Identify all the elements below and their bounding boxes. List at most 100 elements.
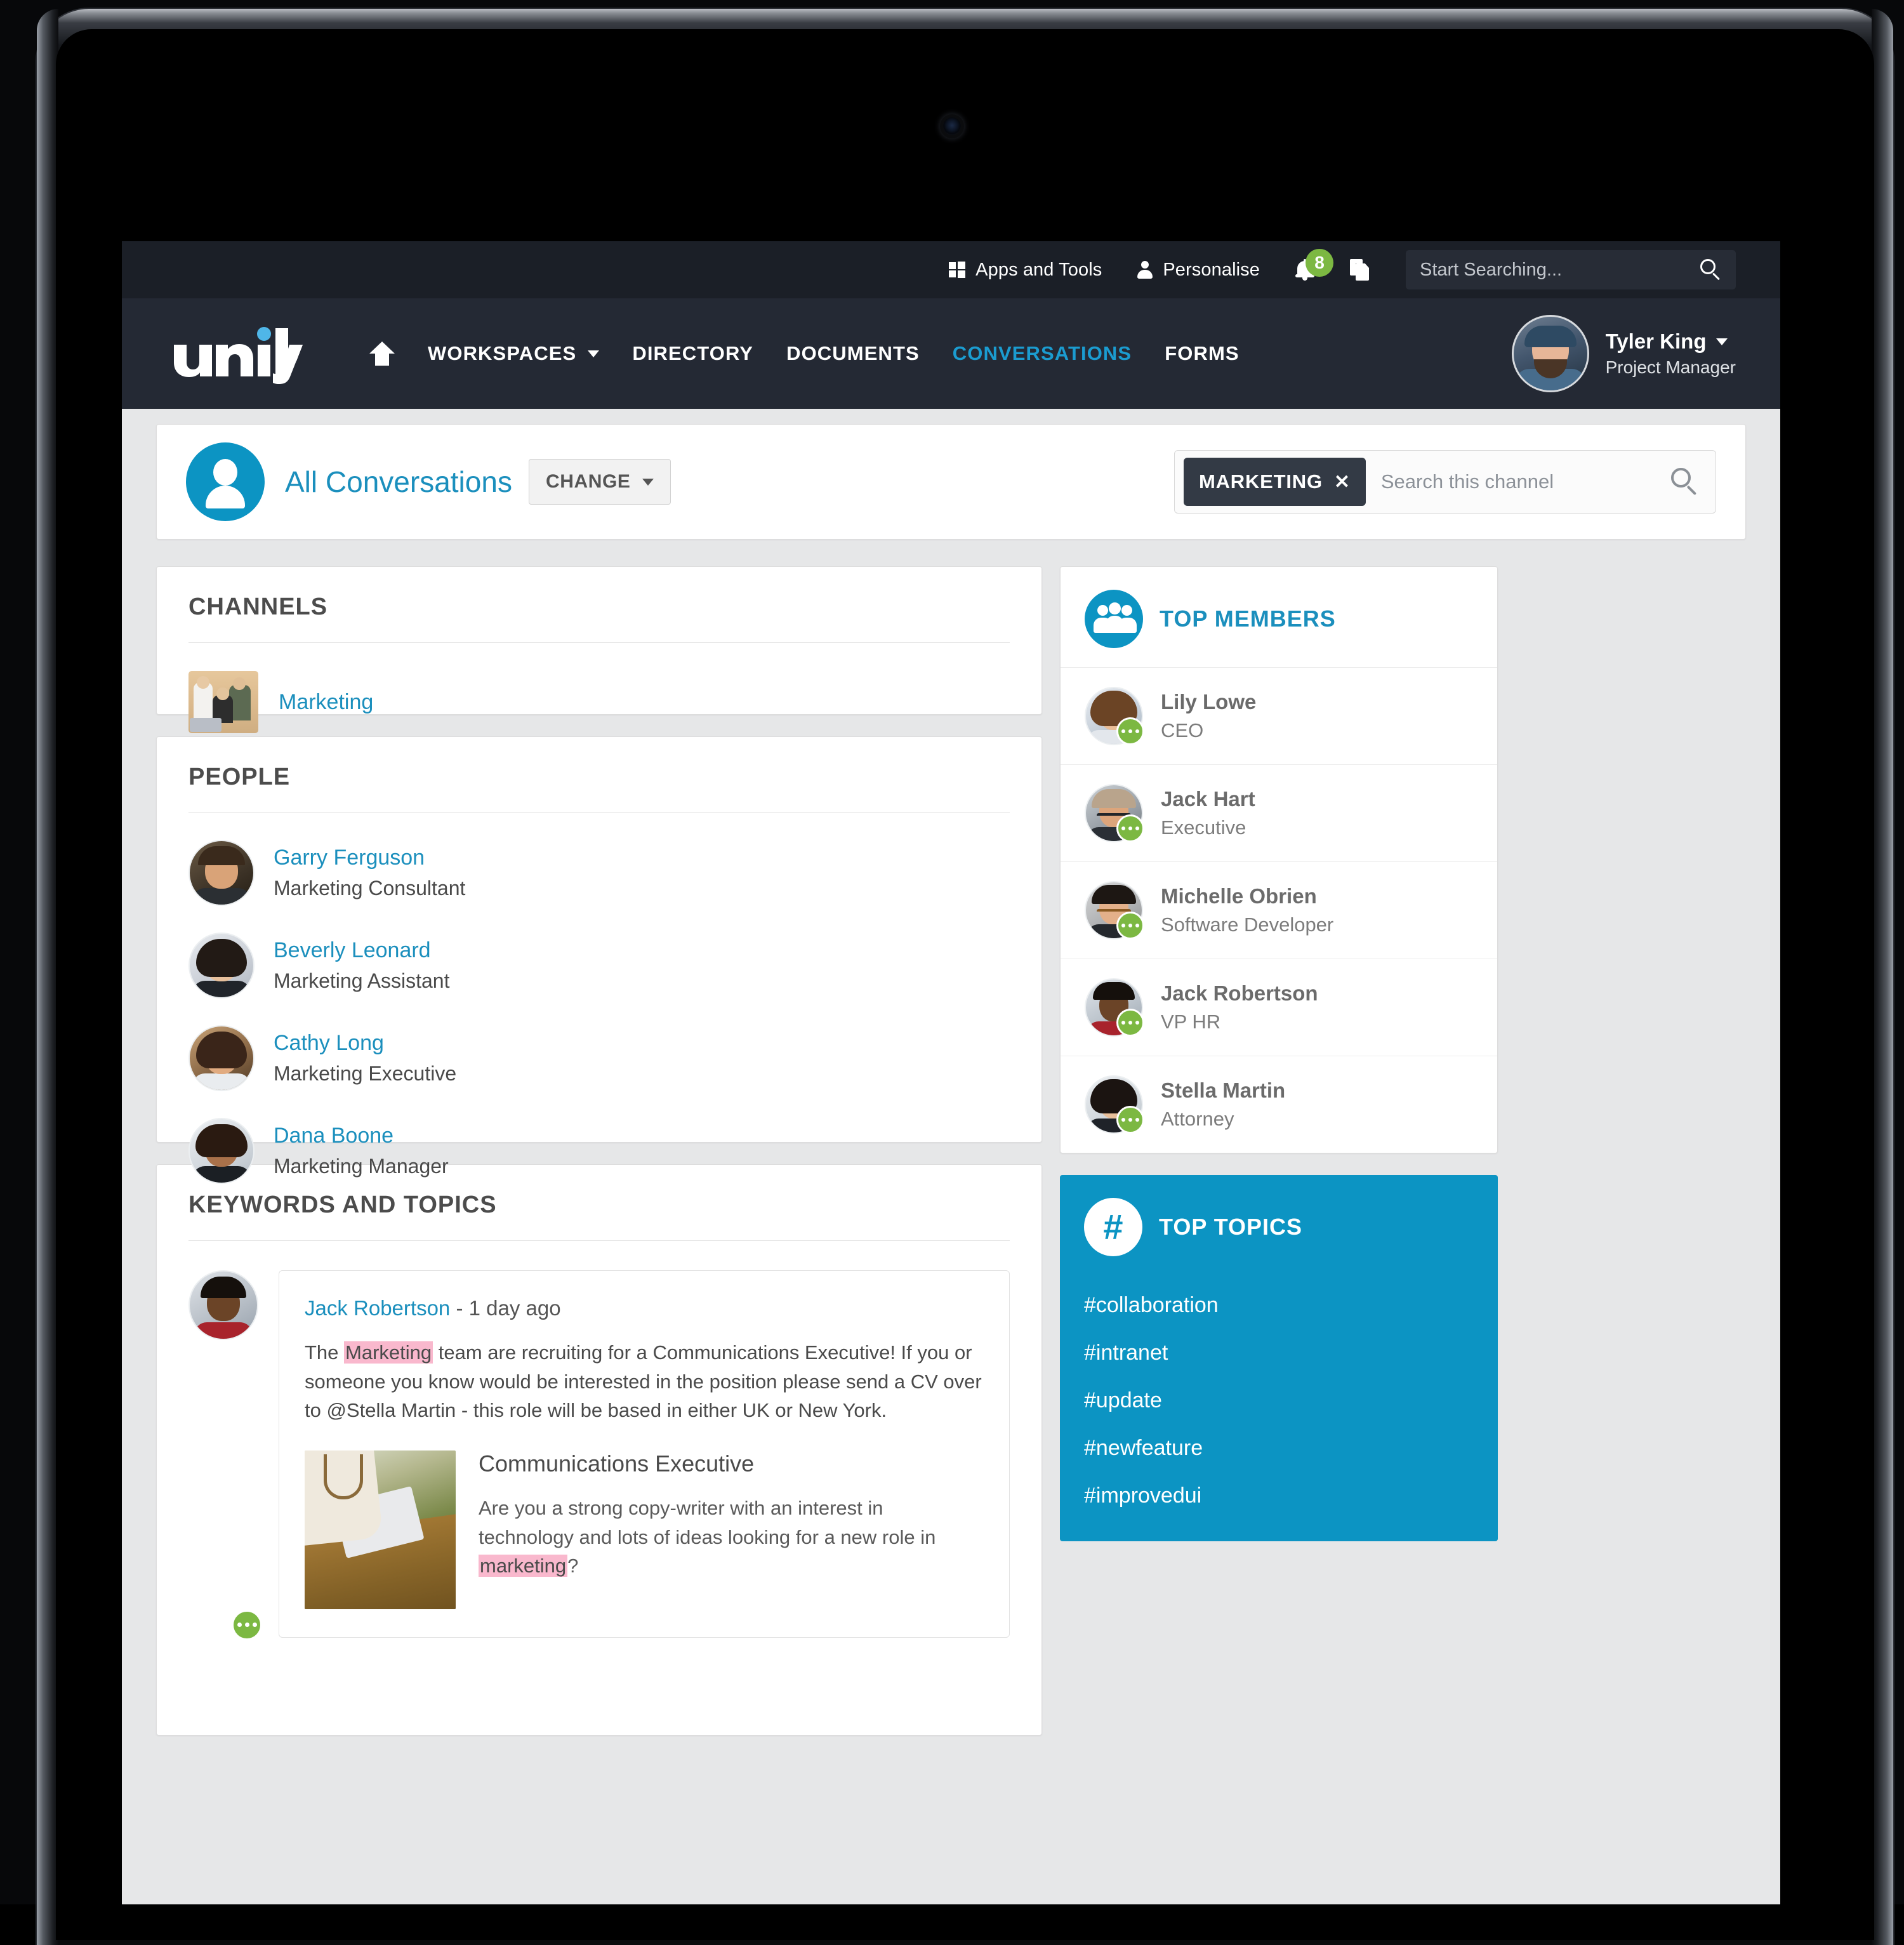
list-item[interactable]: Michelle Obrien Software Developer (1061, 861, 1497, 959)
avatar (188, 840, 255, 906)
status-badge (1116, 1106, 1144, 1134)
person-info: Beverly Leonard Marketing Assistant (274, 938, 449, 993)
notifications-button[interactable]: 8 (1295, 249, 1333, 281)
member-name: Lily Lowe (1161, 690, 1257, 714)
divider (188, 1240, 1010, 1241)
home-icon (369, 342, 395, 366)
nav-label-workspaces: WORKSPACES (428, 342, 577, 364)
avatar (1085, 1075, 1144, 1134)
person-name[interactable]: Garry Ferguson (274, 846, 465, 870)
avatar (188, 1270, 258, 1340)
list-item[interactable]: Marketing (188, 671, 1010, 733)
list-item[interactable]: Lily Lowe CEO (1061, 667, 1497, 764)
conversation-post: Jack Robertson - 1 day ago The Marketing… (188, 1270, 1010, 1640)
person-name[interactable]: Dana Boone (274, 1124, 449, 1148)
post-attachment[interactable]: Communications Executive Are you a stron… (305, 1450, 984, 1609)
attachment-desc-part1: Are you a strong copy-writer with an int… (479, 1496, 936, 1548)
nav-item-forms[interactable]: FORMS (1148, 342, 1255, 365)
change-button-label: CHANGE (545, 471, 631, 492)
avatar (1085, 881, 1144, 939)
main-column: CHANNELS Marketing PEOPLE Garry Ferguson… (156, 566, 1042, 1757)
close-icon[interactable]: ✕ (1334, 471, 1351, 493)
tablet-device: Apps and Tools Personalise 8 Start Searc… (0, 0, 1904, 1945)
personalise-button[interactable]: Personalise (1137, 260, 1260, 281)
chevron-down-icon (588, 350, 600, 357)
content-columns: CHANNELS Marketing PEOPLE Garry Ferguson… (156, 566, 1746, 1757)
nav-item-conversations[interactable]: CONVERSATIONS (936, 342, 1148, 365)
avatar (1085, 784, 1144, 842)
hashtag-icon: # (1084, 1198, 1142, 1256)
post-body: Jack Robertson - 1 day ago The Marketing… (279, 1270, 1010, 1638)
keywords-and-topics-panel: KEYWORDS AND TOPICS Jack Robertson - 1 d… (156, 1164, 1042, 1736)
side-column: TOP MEMBERS Lily Lowe CEO Jack Hart Exec… (1060, 566, 1498, 1541)
avatar (188, 1118, 255, 1184)
member-info: Michelle Obrien Software Developer (1161, 884, 1333, 936)
channel-search-field[interactable]: MARKETING ✕ Search this channel (1174, 450, 1716, 514)
avatar (188, 933, 255, 999)
copy-icon[interactable] (1350, 259, 1369, 281)
nav-item-workspaces[interactable]: WORKSPACES (411, 342, 616, 365)
top-topics-header: # TOP TOPICS (1084, 1198, 1474, 1270)
filter-tag-label: MARKETING (1199, 470, 1323, 493)
group-icon (1085, 590, 1143, 648)
utility-bar: Apps and Tools Personalise 8 Start Searc… (122, 241, 1780, 298)
browser-viewport: Apps and Tools Personalise 8 Start Searc… (122, 241, 1780, 1904)
channel-name[interactable]: Marketing (279, 690, 373, 715)
member-role: Software Developer (1161, 913, 1334, 936)
search-icon[interactable] (1671, 468, 1699, 496)
person-name[interactable]: Beverly Leonard (274, 938, 449, 963)
status-badge (1116, 912, 1144, 939)
attachment-title: Communications Executive (479, 1450, 755, 1477)
user-name: Tyler King (1605, 329, 1707, 353)
unily-logo[interactable] (171, 323, 305, 384)
list-item[interactable]: Garry Ferguson Marketing Consultant (188, 840, 1010, 906)
people-panel: PEOPLE Garry Ferguson Marketing Consulta… (156, 736, 1042, 1184)
page-title: All Conversations (285, 465, 512, 498)
top-members-panel: TOP MEMBERS Lily Lowe CEO Jack Hart Exec… (1060, 566, 1498, 1153)
nav-item-directory[interactable]: DIRECTORY (616, 342, 770, 365)
apps-and-tools-button[interactable]: Apps and Tools (949, 260, 1102, 281)
post-text: The Marketing team are recruiting for a … (305, 1338, 984, 1425)
member-info: Lily Lowe CEO (1161, 690, 1256, 742)
nav-label-directory: DIRECTORY (632, 342, 754, 364)
user-info: Tyler King Project Manager (1606, 329, 1736, 378)
member-name: Stella Martin (1161, 1079, 1286, 1102)
post-highlight-marketing: Marketing (344, 1341, 433, 1364)
filter-tag-marketing[interactable]: MARKETING ✕ (1184, 458, 1366, 506)
topic-item[interactable]: #newfeature (1084, 1436, 1474, 1461)
topic-item[interactable]: #improvedui (1084, 1484, 1474, 1508)
list-item[interactable]: Beverly Leonard Marketing Assistant (188, 933, 1010, 999)
channel-thumbnail (188, 671, 258, 733)
topic-item[interactable]: #update (1084, 1388, 1474, 1413)
topic-item[interactable]: #collaboration (1084, 1293, 1474, 1318)
list-item[interactable]: Jack Robertson VP HR (1061, 959, 1497, 1056)
change-button[interactable]: CHANGE (528, 459, 671, 505)
post-author[interactable]: Jack Robertson (305, 1296, 450, 1320)
member-info: Stella Martin Attorney (1161, 1079, 1285, 1131)
conversations-header-card: All Conversations CHANGE MARKETING ✕ Sea… (156, 424, 1746, 540)
nav-item-documents[interactable]: DOCUMENTS (770, 342, 936, 365)
user-menu[interactable]: Tyler King Project Manager (1511, 315, 1736, 392)
channel-search-placeholder: Search this channel (1380, 470, 1554, 493)
person-info: Cathy Long Marketing Executive (274, 1031, 456, 1085)
member-name: Michelle Obrien (1161, 884, 1317, 908)
list-item[interactable]: Jack Hart Executive (1061, 764, 1497, 861)
nav-links: WORKSPACES DIRECTORY DOCUMENTS CONVERSAT… (353, 342, 1256, 366)
top-members-header: TOP MEMBERS (1061, 567, 1497, 667)
topic-item[interactable]: #intranet (1084, 1341, 1474, 1365)
list-item[interactable]: Stella Martin Attorney (1061, 1056, 1497, 1153)
member-role: VP HR (1161, 1011, 1221, 1033)
people-title: PEOPLE (188, 764, 291, 790)
device-bezel-right (1872, 9, 1893, 1945)
member-role: Executive (1161, 816, 1246, 839)
member-name: Jack Hart (1161, 787, 1255, 811)
person-name[interactable]: Cathy Long (274, 1031, 456, 1056)
person-role: Marketing Manager (274, 1155, 449, 1178)
global-search-input[interactable]: Start Searching... (1406, 250, 1736, 289)
member-info: Jack Robertson VP HR (1161, 981, 1318, 1033)
post-text-part1: The (305, 1341, 345, 1364)
member-role: CEO (1161, 719, 1204, 741)
nav-home[interactable] (353, 342, 411, 366)
list-item[interactable]: Cathy Long Marketing Executive (188, 1025, 1010, 1091)
search-icon[interactable] (1700, 259, 1722, 281)
